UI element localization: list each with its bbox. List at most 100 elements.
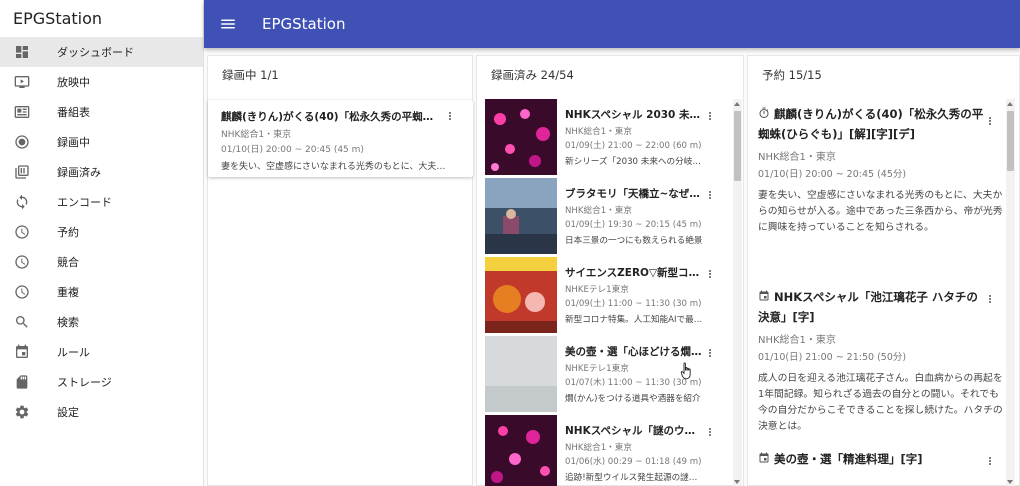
recorded-panel: 録画済み 24/54 NHKスペシャル 2030 未来への分岐点 NHK総合1・… [476,55,744,486]
program-time: 01/09(土) 19:30 ~ 20:15 (45 m) [565,220,702,230]
reserve-channel: NHK総合1・東京 [758,335,836,346]
recording-panel-title: 録画中 1/1 [222,68,279,82]
reserve-description: 成人の日を迎える池江璃花子さん。白血病からの再起を1年間記録。知られざる過去の自… [758,373,1003,432]
list-item[interactable]: 麒麟(きりん)がくる(40)「松永久秀の平蜘蛛(ひらぐも)」[解][字][デ] … [758,104,1003,236]
reserves-list: 麒麟(きりん)がくる(40)「松永久秀の平蜘蛛(ひらぐも)」[解][字][デ] … [758,99,1003,486]
hand-cursor-icon [680,362,691,380]
sidebar-item-label: エンコード [57,196,112,209]
program-description: 燗(かん)をつける道具や酒器を紹介 [565,394,701,404]
calendar-icon [13,343,31,361]
more-vert-icon[interactable] [703,108,717,124]
app-bar: EPGStation [204,0,1020,48]
reserve-title: 美の壺・選「精進料理」[字] [758,449,1003,469]
list-item[interactable]: ブラタモリ「天橋立~なぜ日本三景になった?~」 NHK総合1・東京 01/09(… [485,178,725,254]
program-time: 01/09(土) 21:00 ~ 22:00 (60 m) [565,141,702,151]
scroll-thumb[interactable] [1007,111,1014,171]
sd-card-icon [13,373,31,391]
more-vert-icon[interactable] [703,345,717,361]
sidebar-item-recorded[interactable]: 録画済み [0,157,203,187]
reserve-time: 01/10(日) 20:00 ~ 20:45 (45分) [758,169,907,180]
sidebar-item-recording[interactable]: 録画中 [0,127,203,157]
sidebar-item-label: 競合 [57,256,79,269]
sidebar-item-search[interactable]: 検索 [0,307,203,337]
reserves-panel: 予約 15/15 麒麟(きりん)がくる(40)「松永久秀の平蜘蛛(ひらぐも)」[… [747,55,1020,486]
program-description: 新型コロナ特集。人工知能AIで最新の [565,315,705,325]
recording-card[interactable]: 麒麟(きりん)がくる(40)「松永久秀の平蜘蛛(ひらぐも)」[解][字][デ] … [208,100,473,177]
scroll-down-icon[interactable] [734,480,740,484]
sidebar-item-storage[interactable]: ストレージ [0,367,203,397]
program-title: サイエンスZERO▽新型コロナ [565,267,705,279]
more-vert-icon[interactable] [703,266,717,282]
list-item[interactable]: NHKスペシャル 2030 未来への分岐点 NHK総合1・東京 01/09(土)… [485,99,725,175]
program-title: NHKスペシャル 2030 未来への分岐点 [565,109,705,121]
list-item[interactable]: サイエンスZERO▽新型コロナ NHKEテレ1東京 01/09(土) 11:00… [485,257,725,333]
scroll-thumb[interactable] [734,111,741,181]
scroll-up-icon[interactable] [1007,102,1013,106]
program-time: 01/10(日) 20:00 ~ 20:45 (45 m) [221,145,364,155]
reserve-title: NHKスペシャル「池江璃花子 ハタチの決意」[字] [758,287,1003,327]
calendar-icon [759,452,769,463]
list-item[interactable]: NHKスペシャル「池江璃花子 ハタチの決意」[字] NHK総合1・東京 01/1… [758,287,1003,435]
calendar-icon [759,290,769,301]
reserves-scrollbar[interactable] [1006,99,1015,486]
program-time: 01/06(水) 00:29 ~ 01:18 (49 m) [565,457,702,467]
sync-icon [13,193,31,211]
scroll-down-icon[interactable] [1007,480,1013,484]
more-vert-icon[interactable] [443,108,457,124]
program-channel: NHK総合1・東京 [221,130,292,140]
list-item[interactable]: 美の壺・選「精進料理」[字] [758,449,1003,469]
recorded-list: NHKスペシャル 2030 未来への分岐点 NHK総合1・東京 01/09(土)… [485,99,725,486]
sidebar-item-onair[interactable]: 放映中 [0,67,203,97]
dashboard-icon [13,43,31,61]
more-vert-icon[interactable] [983,291,997,307]
program-description: 追跡!新型ウイルス発生起源の謎に迫る [565,473,705,483]
reserve-description: 妻を失い、空虚感にさいなまれる光秀のもとに、大夫からの知らせが入る。途中であった… [758,190,1003,233]
recording-panel: 録画中 1/1 麒麟(きりん)がくる(40)「松永久秀の平蜘蛛(ひらぐも)」[解… [207,55,473,486]
header-title: EPGStation [262,15,346,33]
scroll-up-icon[interactable] [734,102,740,106]
gear-icon [13,403,31,421]
program-channel: NHK総合1・東京 [565,127,632,137]
sidebar-item-label: ダッシュボード [57,46,134,59]
reserve-title-text: 麒麟(きりん)がくる(40)「松永久秀の平蜘蛛(ひらぐも)」[解][字][デ] [758,107,984,141]
sidebar-item-settings[interactable]: 設定 [0,397,203,427]
sidebar-item-conflicts[interactable]: 競合 [0,247,203,277]
search-icon [13,313,31,331]
sidebar-item-reserves[interactable]: 予約 [0,217,203,247]
clock-icon [13,283,31,301]
more-vert-icon[interactable] [983,453,997,469]
sidebar-item-label: 録画済み [57,166,101,179]
program-title: ブラタモリ「天橋立~なぜ日本三景になった?~」 [565,188,705,200]
sidebar-item-dashboard[interactable]: ダッシュボード [0,37,203,67]
sidebar-item-label: ルール [57,346,90,359]
sidebar-item-label: 番組表 [57,106,90,119]
program-channel: NHK総合1・東京 [565,443,632,453]
sidebar-item-label: 放映中 [57,76,90,89]
recording-icon [13,133,31,151]
sidebar-item-label: ストレージ [57,376,112,389]
thumbnail [485,336,557,412]
sidebar-item-rules[interactable]: ルール [0,337,203,367]
library-icon [13,163,31,181]
program-description: 日本三景の一つにも数えられる絶景 [565,236,703,246]
program-channel: NHK総合1・東京 [565,206,632,216]
thumbnail [485,99,557,175]
thumbnail [485,257,557,333]
menu-icon[interactable] [218,14,238,34]
more-vert-icon[interactable] [703,424,717,440]
thumbnail [485,415,557,486]
sidebar-item-label: 録画中 [57,136,90,149]
recorded-scrollbar[interactable] [733,99,742,486]
more-vert-icon[interactable] [703,187,717,203]
sidebar-item-program-guide[interactable]: 番組表 [0,97,203,127]
sidebar-item-overlaps[interactable]: 重複 [0,277,203,307]
reserve-title-text: 美の壺・選「精進料理」[字] [774,452,923,466]
recorded-panel-title: 録画済み 24/54 [491,68,574,82]
reserve-channel: NHK総合1・東京 [758,152,836,163]
clock-icon [13,223,31,241]
list-item[interactable]: NHKスペシャル「謎のウイルス」 NHK総合1・東京 01/06(水) 00:2… [485,415,725,486]
more-vert-icon[interactable] [983,113,997,129]
reserve-time: 01/10(日) 21:00 ~ 21:50 (50分) [758,352,907,363]
sidebar-item-encode[interactable]: エンコード [0,187,203,217]
program-guide-icon [13,103,31,121]
